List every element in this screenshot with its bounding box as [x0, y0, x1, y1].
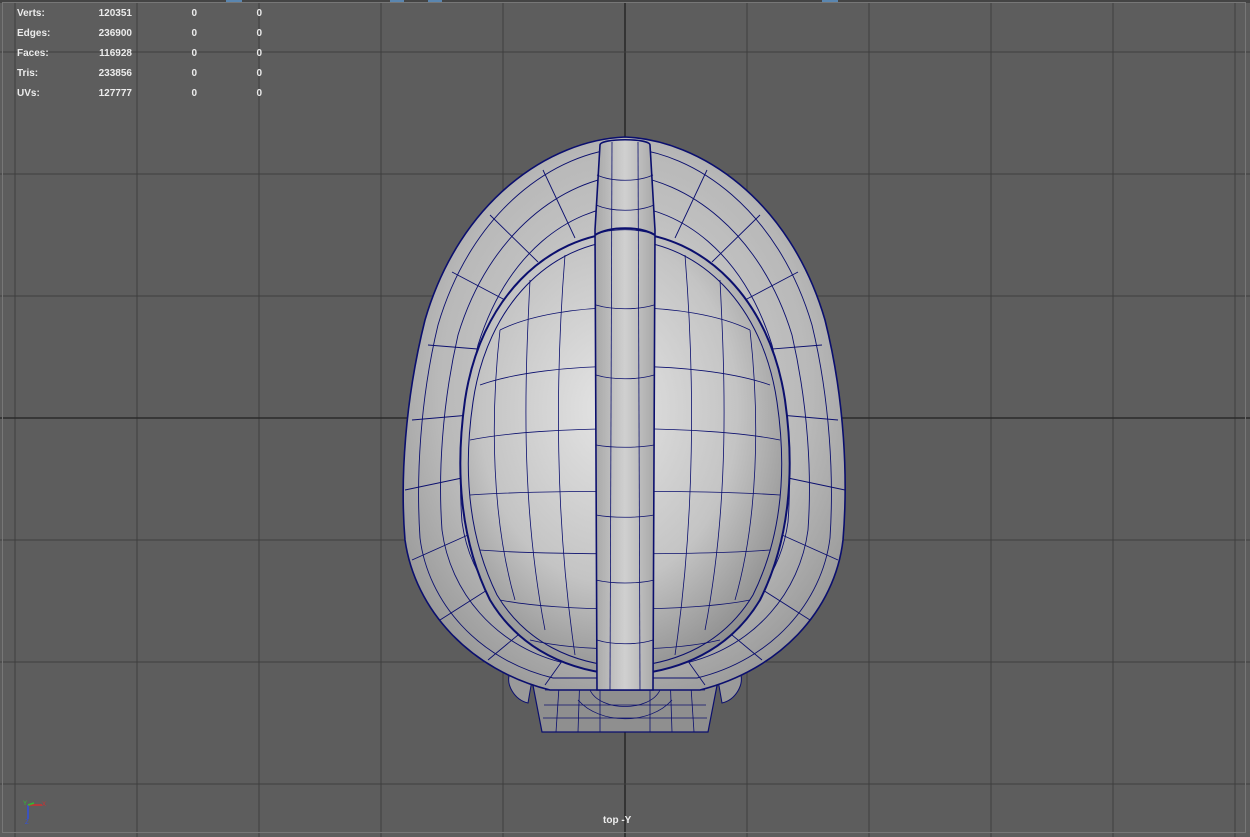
svg-text:Z: Z [25, 820, 29, 825]
toolbar-indicator [226, 0, 242, 2]
viewport-toolbar-strip [0, 0, 1250, 3]
hud-selected-value: 0 [191, 68, 197, 79]
hud-extra-value: 0 [256, 68, 262, 79]
hud-total-value: 116928 [99, 48, 132, 59]
hud-row-label: Verts: [17, 8, 45, 19]
camera-name-label: top -Y [603, 815, 632, 826]
hud-row: UVs: 127777 0 0 [17, 84, 277, 104]
svg-text:X: X [42, 802, 46, 808]
toolbar-indicator [822, 0, 838, 2]
hud-row: Edges: 236900 0 0 [17, 24, 277, 44]
poly-count-hud: Verts: 120351 0 0 Edges: 236900 0 0 Faces: 116928… [17, 4, 277, 104]
hud-total-value: 127777 [98, 88, 132, 99]
hud-extra-value: 0 [256, 88, 262, 99]
hud-row: Faces: 116928 0 0 [17, 44, 277, 64]
svg-text:Y: Y [23, 801, 27, 807]
toolbar-indicator [390, 0, 404, 2]
hud-selected-value: 0 [191, 48, 197, 59]
axis-gizmo-icon: Y X Z [20, 797, 50, 826]
hud-selected-value: 0 [191, 8, 197, 19]
hud-row: Tris: 233856 0 0 [17, 64, 277, 84]
hud-total-value: 233856 [98, 68, 132, 79]
toolbar-indicator [428, 0, 442, 2]
viewport-top-view[interactable]: Verts: 120351 0 0 Edges: 236900 0 0 Faces: 116928… [0, 0, 1250, 837]
hud-row-label: Faces: [17, 48, 49, 59]
hud-extra-value: 0 [256, 48, 262, 59]
hud-extra-value: 0 [256, 8, 262, 19]
helmet-mesh[interactable] [0, 0, 1250, 837]
hud-extra-value: 0 [256, 28, 262, 39]
hud-selected-value: 0 [191, 28, 197, 39]
hud-row-label: Edges: [17, 28, 51, 39]
hud-row-label: UVs: [17, 88, 40, 99]
hud-selected-value: 0 [191, 88, 197, 99]
helmet-center-ridge [594, 138, 656, 691]
hud-row: Verts: 120351 0 0 [17, 4, 277, 24]
hud-total-value: 236900 [98, 28, 132, 39]
hud-total-value: 120351 [98, 8, 132, 19]
hud-row-label: Tris: [17, 68, 39, 79]
